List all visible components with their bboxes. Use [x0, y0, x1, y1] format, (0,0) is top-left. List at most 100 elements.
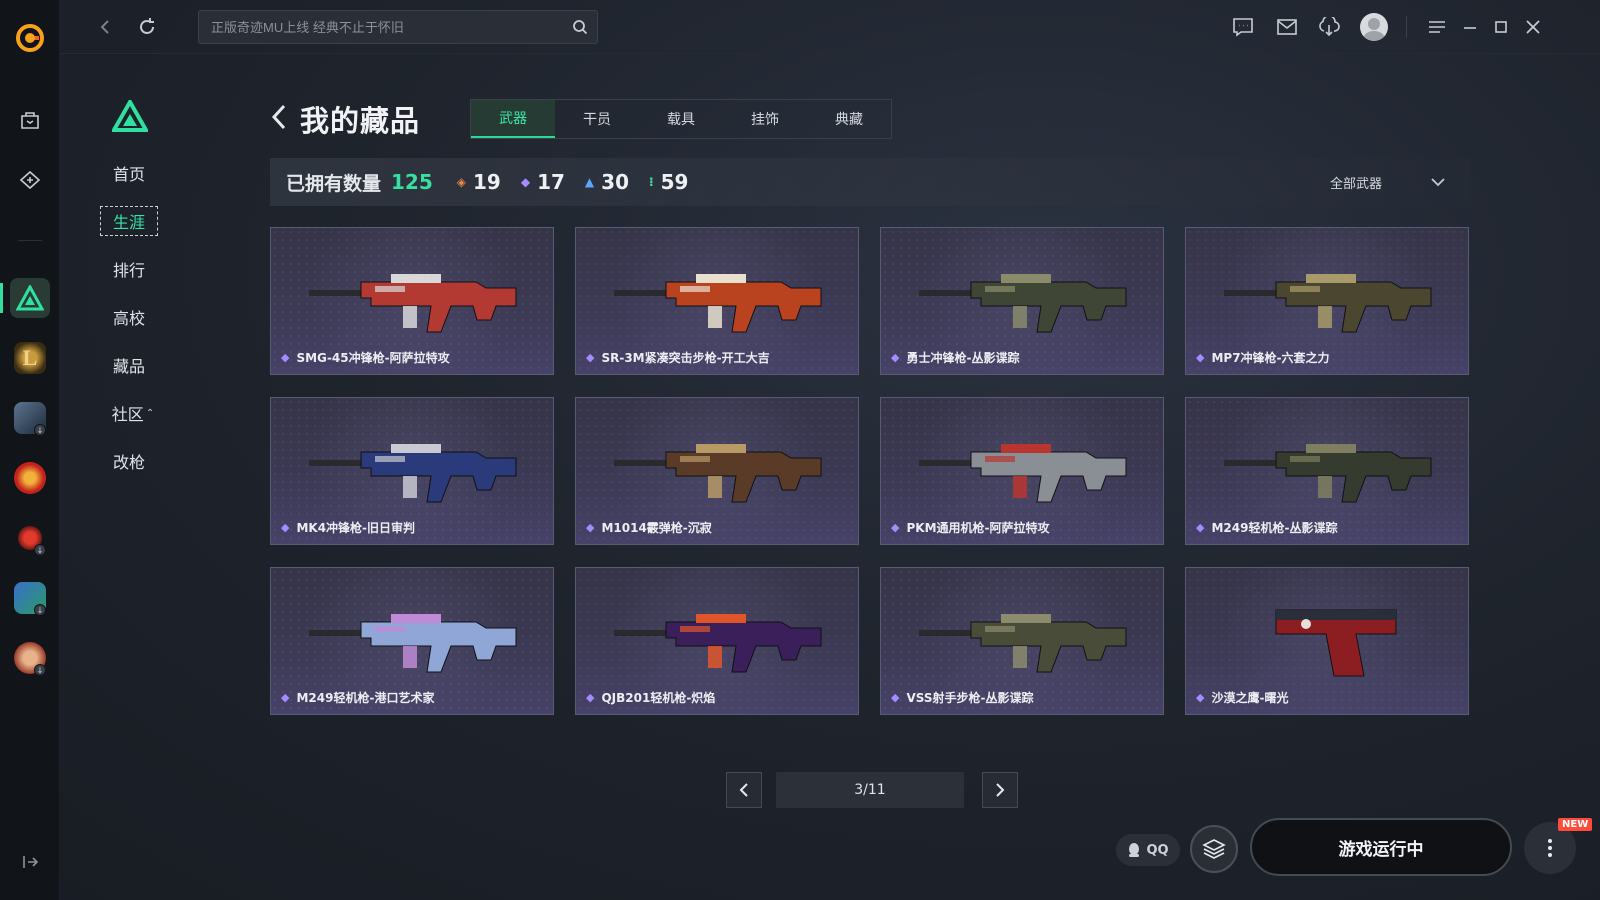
page-indicator: 3/11	[776, 772, 964, 808]
app-logo-icon[interactable]	[10, 18, 50, 58]
back-arrow-icon[interactable]	[268, 100, 290, 134]
prev-page-button[interactable]	[726, 772, 762, 808]
card-label: ◆ SR-3M紧凑突击步枪-开工大吉	[586, 349, 770, 366]
chevron-up-icon: ⌃	[145, 407, 155, 419]
card-label: ◆ MK4冲锋枪-旧日审判	[281, 519, 415, 536]
weapon-name: 勇士冲锋枪-丛影谍踪	[906, 351, 1020, 365]
chevron-down-icon	[1431, 178, 1445, 187]
weapon-name: MP7冲锋枪-六套之力	[1211, 351, 1330, 365]
nav-gun-mod[interactable]: 改枪	[100, 446, 158, 476]
close-icon[interactable]	[1520, 14, 1546, 40]
weapon-filter-dropdown[interactable]: 全部武器	[1330, 158, 1446, 206]
download-icon: ↓	[34, 664, 46, 676]
collection-card[interactable]: ◆ MK4冲锋枪-旧日审判	[270, 397, 554, 545]
weapon-name: 沙漠之鹰-曙光	[1211, 691, 1289, 705]
red-game-icon[interactable]: ↓	[10, 518, 50, 558]
tier-count: 59	[660, 170, 689, 194]
top-bar	[60, 0, 1600, 54]
tab-vehicles[interactable]: 载具	[639, 100, 723, 138]
collection-card[interactable]: ◆ 勇士冲锋枪-丛影谍踪	[880, 227, 1164, 375]
collection-card[interactable]: ◆ SR-3M紧凑突击步枪-开工大吉	[575, 227, 859, 375]
weapon-image	[614, 444, 822, 503]
rarity-diamond-icon: ◆	[586, 351, 595, 364]
next-page-button[interactable]	[982, 772, 1018, 808]
tab-label: 典藏	[835, 112, 863, 128]
rarity-diamond-icon: ◆	[891, 351, 900, 364]
delta-logo-icon	[110, 97, 150, 132]
rarity-diamond-icon: ◆	[891, 521, 900, 534]
collection-card[interactable]: ◆ MP7冲锋枪-六套之力	[1185, 227, 1469, 375]
rarity-diamond-icon: ◆	[1196, 521, 1205, 534]
maximize-icon[interactable]	[1488, 14, 1514, 40]
league-game-icon[interactable]: L	[10, 338, 50, 378]
search-input[interactable]	[211, 19, 563, 35]
collection-card[interactable]: ◆ 沙漠之鹰-曙光	[1185, 567, 1469, 715]
chevron-left-icon	[739, 783, 748, 797]
tier-stat-purple: ◆ 17	[521, 170, 565, 194]
weapon-image	[614, 614, 822, 673]
rarity-diamond-icon: ◆	[586, 691, 595, 704]
qq-penguin-icon	[1129, 843, 1140, 857]
menu-icon[interactable]	[1424, 14, 1450, 40]
nav-school[interactable]: 高校	[100, 302, 158, 332]
collection-card[interactable]: ◆ VSS射手步枪-丛影谍踪	[880, 567, 1164, 715]
weapon-image	[309, 614, 517, 673]
collection-card[interactable]: ◆ M1014霰弹枪-沉寂	[575, 397, 859, 545]
tab-label: 武器	[499, 111, 527, 127]
nav-career[interactable]: 生涯	[100, 206, 158, 236]
mail-icon[interactable]	[1274, 14, 1300, 40]
nav-community[interactable]: 社区 ⌃	[104, 398, 162, 428]
nav-collection-label: 藏品	[112, 357, 145, 376]
card-label: ◆ SMG-45冲锋枪-阿萨拉特攻	[281, 349, 450, 366]
blue-game-icon[interactable]: ↓	[10, 578, 50, 618]
weapon-name: MK4冲锋枪-旧日审判	[296, 521, 416, 535]
refresh-button[interactable]	[132, 12, 162, 42]
weapon-image	[1275, 609, 1397, 677]
minimize-icon[interactable]	[1457, 14, 1483, 40]
filter-label: 全部武器	[1329, 176, 1382, 192]
game-tag-icon[interactable]	[10, 160, 50, 200]
layers-button[interactable]	[1190, 825, 1238, 873]
rail-active-indicator	[0, 283, 3, 313]
tab-weapons[interactable]: 武器	[471, 100, 555, 138]
download-manager-icon[interactable]	[1316, 14, 1342, 40]
search-bar[interactable]	[198, 10, 598, 44]
nav-ranking[interactable]: 排行	[100, 254, 158, 284]
tab-label: 载具	[667, 112, 695, 128]
back-nav-button[interactable]	[90, 12, 120, 42]
mech-game-icon[interactable]: ↓	[10, 398, 50, 438]
download-icon: ↓	[34, 544, 46, 556]
qq-label: QQ	[1146, 842, 1169, 858]
avatar[interactable]	[1360, 13, 1388, 41]
collapse-rail-icon[interactable]	[18, 852, 42, 872]
weapon-image	[614, 274, 822, 333]
delta-game-icon[interactable]	[10, 278, 50, 318]
fighter-game-icon[interactable]: ↓	[10, 638, 50, 678]
qq-button[interactable]: QQ	[1116, 834, 1180, 866]
collection-card[interactable]: ◆ M249轻机枪-港口艺术家	[270, 567, 554, 715]
game-running-button[interactable]: 游戏运行中	[1250, 818, 1512, 876]
card-label: ◆ 沙漠之鹰-曙光	[1196, 689, 1288, 706]
layers-icon	[1202, 839, 1226, 859]
collection-card[interactable]: ◆ M249轻机枪-丛影谍踪	[1185, 397, 1469, 545]
card-label: ◆ M249轻机枪-丛影谍踪	[1196, 519, 1337, 536]
tier-count: 19	[473, 170, 501, 194]
card-label: ◆ PKM通用机枪-阿萨拉特攻	[891, 519, 1050, 536]
shop-bag-icon[interactable]	[10, 100, 50, 140]
tab-collection[interactable]: 典藏	[807, 100, 891, 138]
cf-game-icon[interactable]	[10, 458, 50, 498]
card-label: ◆ QJB201轻机枪-炽焰	[586, 689, 715, 706]
nav-collection[interactable]: 藏品	[100, 350, 158, 380]
search-icon[interactable]	[563, 10, 597, 44]
nav-gun-mod-label: 改枪	[112, 453, 145, 472]
rarity-diamond-icon: ◆	[586, 521, 595, 534]
left-rail: L ↓ ↓ ↓ ↓	[0, 0, 60, 900]
tab-charms[interactable]: 挂饰	[723, 100, 807, 138]
collection-card[interactable]: ◆ SMG-45冲锋枪-阿萨拉特攻	[270, 227, 554, 375]
tab-operators[interactable]: 干员	[555, 100, 639, 138]
chat-icon[interactable]	[1230, 14, 1256, 40]
nav-home[interactable]: 首页	[100, 158, 158, 188]
card-label: ◆ MP7冲锋枪-六套之力	[1196, 349, 1330, 366]
collection-card[interactable]: ◆ PKM通用机枪-阿萨拉特攻	[880, 397, 1164, 545]
collection-card[interactable]: ◆ QJB201轻机枪-炽焰	[575, 567, 859, 715]
